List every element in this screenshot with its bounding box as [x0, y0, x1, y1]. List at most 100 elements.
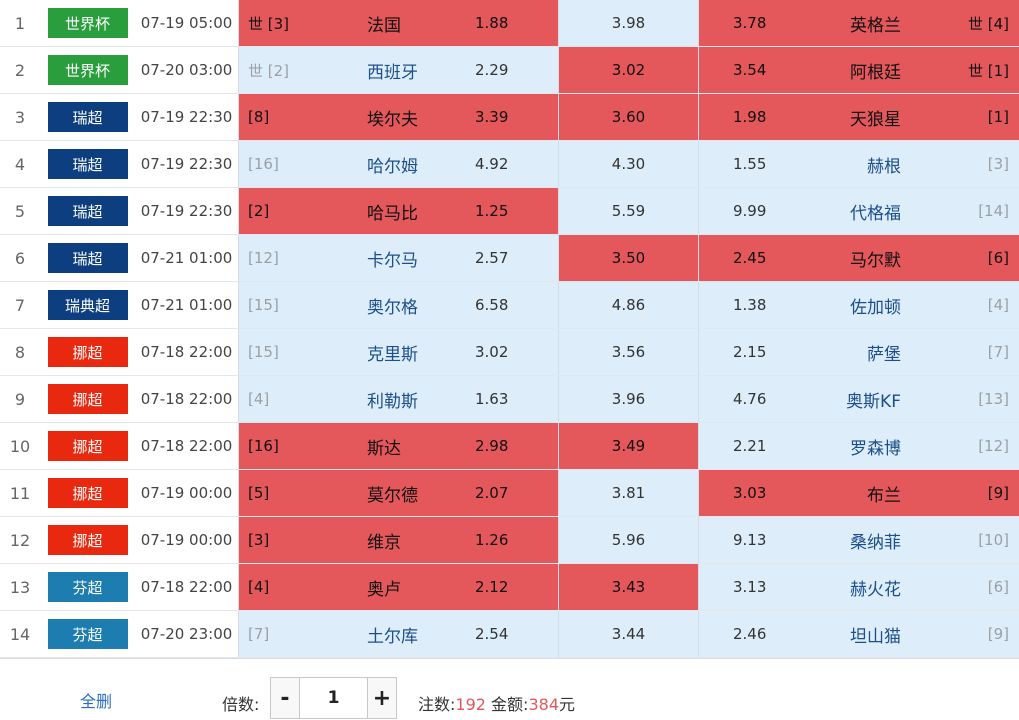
draw-option[interactable]: 3.02 — [558, 47, 698, 93]
match-row: 7 瑞典超 07-21 01:00 [15] 奥尔格 6.58 4.86 1.38 佐加顿 [4] — [0, 282, 1019, 329]
away-rank: 世 [1] — [967, 61, 1009, 80]
home-odd: 3.39 — [475, 108, 509, 126]
draw-option[interactable]: 3.98 — [558, 0, 698, 46]
away-win-option[interactable]: 2.21 罗森博 [12] — [698, 423, 1019, 469]
away-win-option[interactable]: 2.46 坦山猫 [9] — [698, 611, 1019, 657]
draw-option[interactable]: 3.56 — [558, 329, 698, 375]
league-badge: 挪超 — [47, 478, 128, 508]
draw-option[interactable]: 3.49 — [558, 423, 698, 469]
draw-option[interactable]: 3.96 — [558, 376, 698, 422]
home-win-option[interactable]: [12] 卡尔马 2.57 — [238, 235, 558, 281]
home-win-option[interactable]: [16] 哈尔姆 4.92 — [238, 141, 558, 187]
away-win-option[interactable]: 3.03 布兰 [9] — [698, 470, 1019, 516]
home-odd: 1.88 — [475, 14, 509, 32]
home-rank: [2] — [248, 202, 270, 220]
away-team: 阿根廷 — [850, 62, 901, 83]
home-win-option[interactable]: [3] 维京 1.26 — [238, 517, 558, 563]
home-team: 哈尔姆 — [367, 156, 418, 177]
row-index: 7 — [14, 295, 26, 315]
home-rank: [7] — [248, 625, 270, 643]
away-odd: 1.98 — [733, 108, 767, 126]
league-badge: 世界杯 — [47, 55, 128, 85]
amount-label: 金额: — [491, 695, 529, 714]
league-cell: 芬超 — [40, 564, 135, 610]
bets-label: 注数: — [418, 695, 456, 714]
increase-multiplier-button[interactable]: + — [367, 678, 396, 718]
away-win-option[interactable]: 1.38 佐加顿 [4] — [698, 282, 1019, 328]
league-badge: 芬超 — [47, 619, 128, 649]
row-index: 2 — [14, 60, 26, 80]
league-cell: 挪超 — [40, 329, 135, 375]
draw-option[interactable]: 3.50 — [558, 235, 698, 281]
away-team: 代格福 — [850, 203, 901, 224]
home-team: 奥尔格 — [367, 297, 418, 318]
away-rank: [9] — [987, 625, 1009, 643]
home-win-option[interactable]: 世 [3] 法国 1.88 — [238, 0, 558, 46]
home-odd: 1.63 — [475, 390, 509, 408]
away-win-option[interactable]: 4.76 奥斯KF [13] — [698, 376, 1019, 422]
league-cell: 瑞典超 — [40, 282, 135, 328]
away-odd: 3.54 — [733, 61, 767, 79]
away-rank: [14] — [978, 202, 1009, 220]
away-team: 桑纳菲 — [850, 532, 901, 553]
home-win-option[interactable]: [15] 克里斯 3.02 — [238, 329, 558, 375]
league-badge: 瑞超 — [47, 149, 128, 179]
away-team: 赫火花 — [850, 579, 901, 600]
away-odd: 3.03 — [733, 484, 767, 502]
away-win-option[interactable]: 9.13 桑纳菲 [10] — [698, 517, 1019, 563]
multiplier-input[interactable]: 1 — [300, 678, 367, 718]
away-odd: 2.45 — [733, 249, 767, 267]
row-index: 13 — [9, 577, 31, 597]
home-rank: [12] — [248, 249, 279, 267]
away-win-option[interactable]: 1.98 天狼星 [1] — [698, 94, 1019, 140]
amount-value: 384 — [528, 695, 559, 714]
draw-option[interactable]: 5.96 — [558, 517, 698, 563]
row-index: 10 — [9, 436, 31, 456]
home-win-option[interactable]: [8] 埃尔夫 3.39 — [238, 94, 558, 140]
away-win-option[interactable]: 2.15 萨堡 [7] — [698, 329, 1019, 375]
amount-unit: 元 — [559, 695, 576, 714]
match-row: 13 芬超 07-18 22:00 [4] 奥卢 2.12 3.43 3.13 赫火花 [6] — [0, 564, 1019, 611]
draw-option[interactable]: 3.60 — [558, 94, 698, 140]
home-win-option[interactable]: [15] 奥尔格 6.58 — [238, 282, 558, 328]
match-row: 12 挪超 07-19 00:00 [3] 维京 1.26 5.96 9.13 桑纳菲 [10] — [0, 517, 1019, 564]
draw-option[interactable]: 5.59 — [558, 188, 698, 234]
match-time: 07-19 22:30 — [140, 108, 233, 126]
away-rank: [3] — [987, 155, 1009, 173]
away-win-option[interactable]: 9.99 代格福 [14] — [698, 188, 1019, 234]
match-time: 07-19 05:00 — [140, 14, 233, 32]
draw-option[interactable]: 3.43 — [558, 564, 698, 610]
row-index: 6 — [14, 248, 26, 268]
home-rank: [4] — [248, 578, 270, 596]
home-odd: 2.54 — [475, 625, 509, 643]
away-win-option[interactable]: 2.45 马尔默 [6] — [698, 235, 1019, 281]
away-rank: [4] — [987, 296, 1009, 314]
home-win-option[interactable]: [4] 奥卢 2.12 — [238, 564, 558, 610]
away-rank: [7] — [987, 343, 1009, 361]
home-team: 西班牙 — [367, 62, 418, 83]
away-win-option[interactable]: 3.13 赫火花 [6] — [698, 564, 1019, 610]
away-odd: 2.15 — [733, 343, 767, 361]
draw-option[interactable]: 3.44 — [558, 611, 698, 657]
home-win-option[interactable]: [4] 利勒斯 1.63 — [238, 376, 558, 422]
away-win-option[interactable]: 1.55 赫根 [3] — [698, 141, 1019, 187]
away-team: 罗森博 — [850, 438, 901, 459]
away-rank: [6] — [987, 249, 1009, 267]
league-cell: 瑞超 — [40, 94, 135, 140]
draw-option[interactable]: 3.81 — [558, 470, 698, 516]
match-time: 07-21 01:00 — [140, 249, 233, 267]
home-win-option[interactable]: [2] 哈马比 1.25 — [238, 188, 558, 234]
delete-all-button[interactable]: 全删 — [80, 688, 112, 712]
home-team: 哈马比 — [367, 203, 418, 224]
league-badge: 挪超 — [47, 337, 128, 367]
away-win-option[interactable]: 3.78 英格兰 世 [4] — [698, 0, 1019, 46]
home-win-option[interactable]: [7] 土尔库 2.54 — [238, 611, 558, 657]
home-win-option[interactable]: 世 [2] 西班牙 2.29 — [238, 47, 558, 93]
away-win-option[interactable]: 3.54 阿根廷 世 [1] — [698, 47, 1019, 93]
draw-option[interactable]: 4.30 — [558, 141, 698, 187]
decrease-multiplier-button[interactable]: - — [271, 678, 300, 718]
draw-option[interactable]: 4.86 — [558, 282, 698, 328]
row-index: 14 — [9, 624, 31, 644]
home-win-option[interactable]: [5] 莫尔德 2.07 — [238, 470, 558, 516]
home-win-option[interactable]: [16] 斯达 2.98 — [238, 423, 558, 469]
